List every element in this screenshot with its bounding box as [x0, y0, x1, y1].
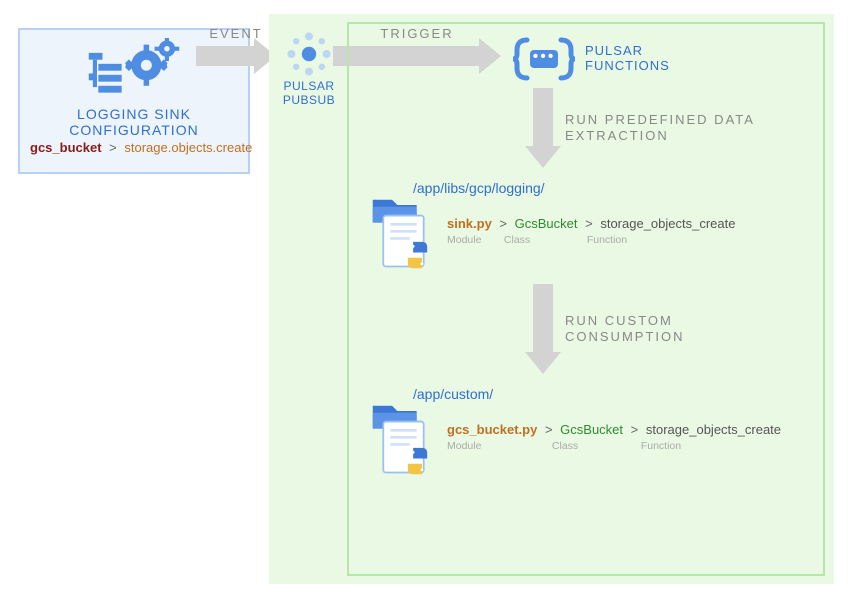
custom-sublabels: Module Class Function	[447, 440, 781, 452]
builtin-path: /app/libs/gcp/logging/	[413, 180, 747, 196]
pipeline-panel: PULSAR PUBSUB TRIGGER ••• PULSAR FUNCTIO…	[269, 14, 834, 584]
custom-function-name: storage_objects_create	[646, 422, 781, 437]
event-label: EVENT	[209, 26, 262, 41]
builtin-module-name: sink.py	[447, 216, 492, 231]
bucket-name: gcs_bucket	[30, 140, 102, 155]
custom-module: /app/custom/	[367, 386, 807, 479]
extract-label: RUN PREDEFINED DATA EXTRACTION	[565, 112, 755, 145]
pulsar-pubsub: PULSAR PUBSUB	[279, 30, 339, 108]
extract-arrow: RUN PREDEFINED DATA EXTRACTION	[531, 88, 555, 168]
pulsar-functions-label: PULSAR FUNCTIONS	[585, 44, 670, 74]
custom-codeline: gcs_bucket.py > GcsBucket > storage_obje…	[447, 422, 781, 437]
pulsar-functions: ••• PULSAR FUNCTIONS	[513, 36, 670, 82]
logging-sink-filter: gcs_bucket > storage.objects.create	[30, 140, 238, 155]
builtin-sublabels: Module Class Function	[447, 234, 736, 246]
builtin-function-name: storage_objects_create	[600, 216, 735, 231]
python-file-icon	[367, 404, 447, 479]
custom-module-name: gcs_bucket.py	[447, 422, 537, 437]
logging-sink-title: LOGGING SINK CONFIGURATION	[30, 106, 238, 138]
braces-icon: •••	[513, 36, 575, 82]
bucket-method: storage.objects.create	[124, 140, 252, 155]
builtin-module: /app/libs/gcp/logging/	[367, 180, 747, 273]
pulsar-pubsub-label: PULSAR PUBSUB	[279, 80, 339, 108]
pubsub-icon	[285, 30, 333, 78]
builtin-codeline: sink.py > GcsBucket > storage_objects_cr…	[447, 216, 736, 231]
gears-icon	[86, 38, 182, 102]
builtin-class-name: GcsBucket	[515, 216, 578, 231]
custom-class-name: GcsBucket	[560, 422, 623, 437]
consume-label: RUN CUSTOM CONSUMPTION	[565, 313, 685, 346]
custom-path: /app/custom/	[413, 386, 807, 402]
event-arrow: EVENT	[196, 44, 276, 68]
python-file-icon	[367, 198, 447, 273]
consume-arrow: RUN CUSTOM CONSUMPTION	[531, 284, 555, 374]
function-scope-box: ••• PULSAR FUNCTIONS RUN PREDEFINED DATA…	[347, 22, 825, 576]
